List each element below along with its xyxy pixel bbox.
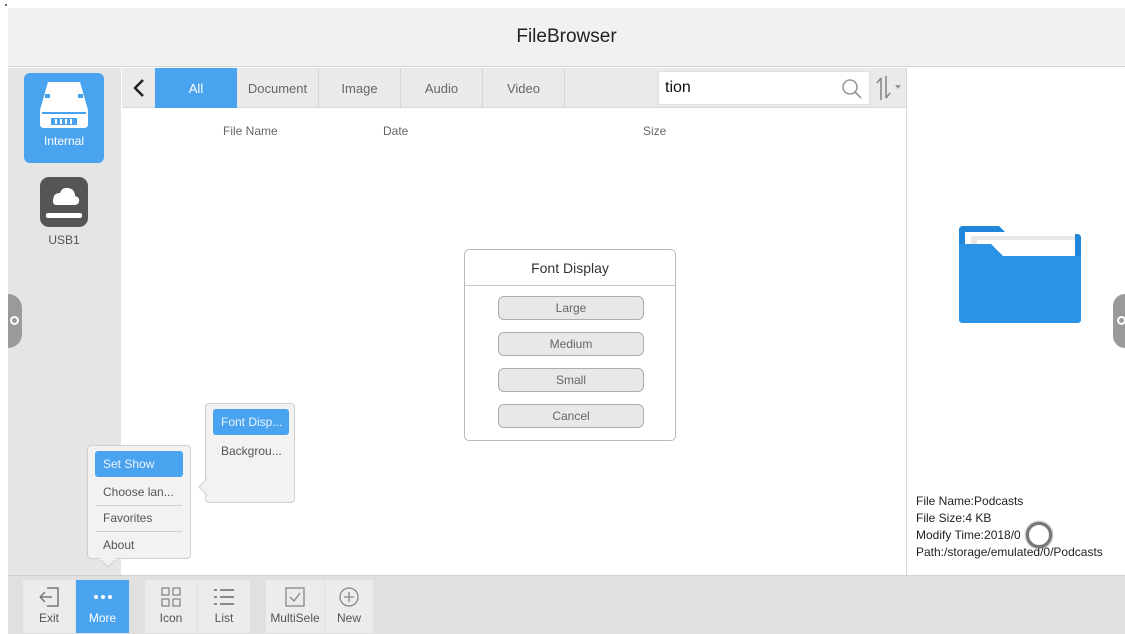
detail-file-name: File Name:Podcasts — [916, 494, 1024, 508]
cancel-button[interactable]: Cancel — [498, 404, 644, 428]
panel-divider — [906, 68, 907, 575]
tab-video[interactable]: Video — [483, 68, 565, 108]
new-button[interactable]: New — [325, 580, 373, 633]
internal-storage-icon — [40, 82, 88, 128]
font-small-button[interactable]: Small — [498, 368, 644, 392]
list-view-button[interactable]: List — [198, 580, 250, 633]
more-menu: Set Show Choose lan... Favorites About — [87, 445, 191, 559]
touch-cursor — [1026, 522, 1052, 548]
more-dots-icon — [93, 595, 112, 599]
menu-item-about[interactable]: About — [95, 532, 183, 558]
exit-button[interactable]: Exit — [23, 580, 75, 633]
detail-path: Path:/storage/emulated/0/Podcasts — [916, 545, 1103, 559]
search-input[interactable] — [659, 72, 819, 104]
icon-view-label: Icon — [159, 611, 183, 625]
menu-item-choose-language[interactable]: Choose lan... — [95, 479, 183, 505]
tab-document[interactable]: Document — [237, 68, 319, 108]
folder-preview-icon — [959, 226, 1081, 323]
more-menu-pointer — [99, 558, 117, 568]
filter-bar: All Document Image Audio Video — [122, 68, 906, 108]
list-icon — [214, 589, 234, 605]
sort-button[interactable] — [872, 74, 904, 102]
back-button[interactable] — [122, 68, 155, 108]
dialog-title: Font Display — [465, 250, 675, 286]
grid-icon — [161, 587, 181, 607]
font-display-dialog: Font Display Large Medium Small Cancel — [464, 249, 676, 441]
list-view-label: List — [214, 611, 234, 625]
set-show-submenu: Font Disp... Backgrou... — [205, 403, 295, 503]
tab-image[interactable]: Image — [319, 68, 401, 108]
chevron-left-icon — [132, 79, 144, 97]
checkbox-icon — [285, 587, 305, 607]
column-header-date[interactable]: Date — [383, 124, 408, 138]
add-circle-icon — [339, 587, 359, 607]
multiselect-button[interactable]: MultiSele — [266, 580, 324, 633]
more-label: More — [88, 611, 117, 625]
detail-file-size: File Size:4 KB — [916, 511, 992, 525]
menu-item-set-show[interactable]: Set Show — [95, 451, 183, 477]
right-drawer-handle[interactable] — [1113, 294, 1125, 348]
menu-item-favorites[interactable]: Favorites — [95, 505, 183, 531]
drive-usb1[interactable]: USB1 — [24, 168, 104, 258]
column-header-size[interactable]: Size — [643, 124, 666, 138]
font-large-button[interactable]: Large — [498, 296, 644, 320]
search-box — [658, 71, 870, 105]
usb-drive-icon — [40, 177, 88, 227]
drive-label-internal: Internal — [43, 134, 85, 148]
corner-marker — [5, 4, 7, 6]
title-bar: FileBrowser — [8, 8, 1125, 67]
new-label: New — [336, 611, 361, 625]
font-medium-button[interactable]: Medium — [498, 332, 644, 356]
multiselect-label: MultiSele — [270, 611, 320, 625]
exit-icon — [39, 587, 59, 607]
sort-icon — [876, 76, 901, 100]
more-button[interactable]: More — [76, 580, 129, 633]
drive-label-usb1: USB1 — [48, 233, 80, 247]
column-header-name[interactable]: File Name — [223, 124, 278, 138]
submenu-pointer — [198, 478, 208, 496]
icon-view-button[interactable]: Icon — [145, 580, 197, 633]
detail-modify-time: Modify Time:2018/01 — [916, 527, 1103, 544]
detail-modify-time-text: Modify Time:2018/0 — [916, 528, 1021, 542]
search-icon[interactable] — [841, 78, 863, 100]
app-title: FileBrowser — [516, 26, 617, 47]
drive-internal[interactable]: Internal — [24, 73, 104, 163]
menu-item-font-display[interactable]: Font Disp... — [213, 409, 289, 435]
left-drawer-handle[interactable] — [8, 294, 22, 348]
menu-item-background[interactable]: Backgrou... — [213, 438, 289, 464]
tab-audio[interactable]: Audio — [401, 68, 483, 108]
exit-label: Exit — [38, 611, 59, 625]
bottom-toolbar: Exit More Icon List MultiSele New — [8, 575, 1125, 634]
file-details: File Name:Podcasts File Size:4 KB Modify… — [916, 493, 1103, 561]
tab-all[interactable]: All — [155, 68, 237, 108]
